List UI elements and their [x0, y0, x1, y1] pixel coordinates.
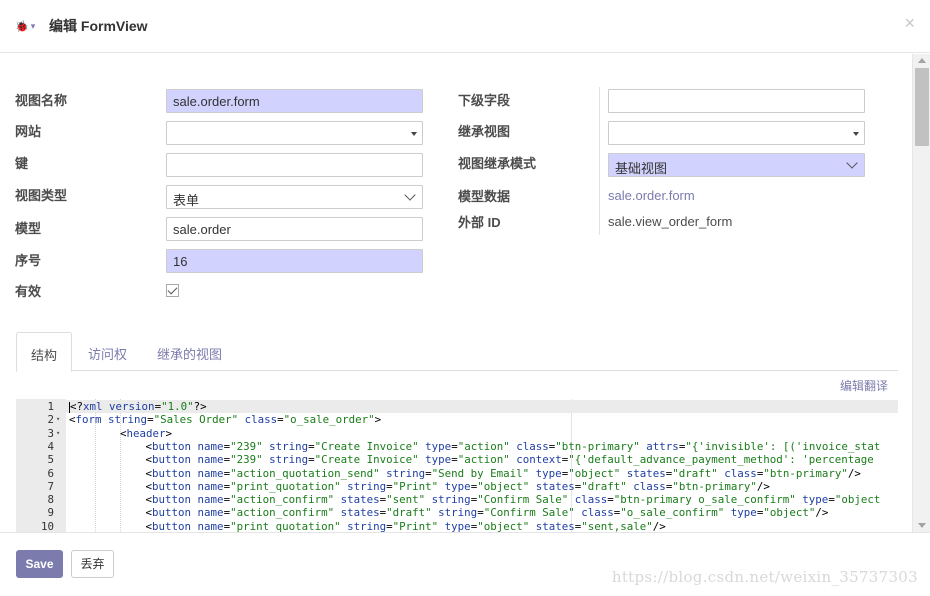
- scroll-up-arrow-icon[interactable]: [918, 58, 926, 63]
- inherit-mode-value: 基础视图: [615, 161, 668, 176]
- child-field-input[interactable]: [608, 89, 865, 113]
- code-text: <button name="print_quotation" string="P…: [145, 479, 770, 493]
- line-number: 1: [47, 400, 54, 413]
- chevron-down-icon: [846, 157, 858, 169]
- code-line[interactable]: 1 <?xml version="1.0"?>: [16, 400, 898, 414]
- code-text: <button name="action_confirm" states="se…: [145, 493, 881, 507]
- close-icon[interactable]: ×: [904, 13, 915, 34]
- label-active: 有效: [15, 284, 42, 299]
- column-divider: [599, 87, 600, 235]
- save-button[interactable]: Save: [16, 550, 63, 578]
- tab-access-rights[interactable]: 访问权: [74, 332, 141, 371]
- code-line[interactable]: 7 <button name="print_quotation" string="…: [16, 480, 898, 493]
- line-number: 4: [47, 439, 54, 453]
- view-type-value: 表单: [173, 193, 200, 208]
- modal-scrollbar[interactable]: [912, 54, 930, 532]
- label-sequence: 序号: [15, 253, 42, 268]
- modal-header: 🐞 ▾ 编辑 FormView ×: [0, 0, 930, 53]
- view-name-input[interactable]: sale.order.form: [166, 89, 423, 113]
- code-line[interactable]: 2 ▾ <form string="Sales Order" class="o_sa…: [16, 413, 898, 426]
- code-text: <button name="action_quotation_send" str…: [145, 466, 861, 480]
- chevron-down-icon: [404, 189, 416, 201]
- modal-body: 视图名称 sale.order.form 网站 键 视图类型 表单 模型 sal…: [0, 54, 912, 532]
- code-line[interactable]: 10 <button name="print_quotation" string=…: [16, 520, 898, 532]
- discard-button[interactable]: 丢弃: [71, 550, 114, 578]
- code-line[interactable]: 8 <button name="action_confirm" states="s…: [16, 493, 898, 506]
- inherit-view-select[interactable]: [608, 121, 865, 145]
- code-text: <header>: [120, 426, 173, 440]
- edit-translation-link[interactable]: 编辑翻译: [840, 377, 888, 394]
- label-child-field: 下级字段: [458, 93, 511, 108]
- view-type-select[interactable]: 表单: [166, 185, 423, 209]
- line-number: 7: [47, 479, 54, 493]
- line-number: 6: [47, 466, 54, 480]
- code-text: <button name="239" string="Create Invoic…: [145, 453, 874, 467]
- inherit-mode-select[interactable]: 基础视图: [608, 153, 865, 177]
- label-website: 网站: [15, 124, 42, 139]
- fold-toggle-icon[interactable]: ▾: [56, 427, 60, 440]
- label-view-name: 视图名称: [15, 93, 68, 108]
- label-external-id: 外部 ID: [458, 215, 501, 230]
- modal-title: 编辑 FormView: [49, 18, 148, 34]
- external-id-value: sale.view_order_form: [608, 214, 733, 229]
- model-data-link[interactable]: sale.order.form: [608, 188, 695, 203]
- website-select[interactable]: [166, 121, 423, 145]
- watermark-text: https://blog.csdn.net/weixin_35737303: [611, 568, 918, 586]
- code-line[interactable]: 5 <button name="239" string="Create Invoi…: [16, 453, 898, 466]
- line-number: 9: [47, 506, 54, 520]
- xml-code-editor[interactable]: 1 <?xml version="1.0"?> 2 ▾ <form string="Sa…: [16, 399, 898, 532]
- code-text: <button name="action_confirm" states="dr…: [145, 506, 829, 520]
- label-inherit-mode: 视图继承模式: [458, 156, 537, 171]
- scroll-thumb[interactable]: [915, 68, 929, 146]
- label-key: 键: [15, 156, 29, 171]
- line-number: 3: [47, 426, 54, 440]
- code-line[interactable]: 6 <button name="action_quotation_send" st…: [16, 467, 898, 480]
- label-model: 模型: [15, 221, 42, 236]
- label-model-data: 模型数据: [458, 189, 511, 204]
- line-number: 10: [40, 519, 54, 532]
- code-line[interactable]: 3 ▾ <header>: [16, 427, 898, 440]
- fold-toggle-icon[interactable]: ▾: [56, 413, 60, 426]
- code-text: <?xml version="1.0"?>: [69, 400, 207, 413]
- code-text: <button name="239" string="Create Invoic…: [145, 439, 881, 453]
- scroll-down-arrow-icon[interactable]: [918, 523, 926, 528]
- line-number: 8: [47, 493, 54, 507]
- key-input[interactable]: [166, 153, 423, 177]
- code-line[interactable]: 9 <button name="action_confirm" states="d…: [16, 506, 898, 519]
- line-number: 2: [47, 413, 54, 427]
- caret-down-icon: [411, 132, 417, 136]
- caret-down-icon: [853, 132, 859, 136]
- tab-structure[interactable]: 结构: [16, 332, 73, 372]
- label-view-type: 视图类型: [15, 188, 68, 203]
- code-text: <form string="Sales Order" class="o_sale…: [69, 413, 382, 427]
- line-number: 5: [47, 453, 54, 467]
- bug-icon: 🐞 ▾: [15, 20, 36, 33]
- code-line[interactable]: 4 <button name="239" string="Create Invoi…: [16, 440, 898, 453]
- active-checkbox[interactable]: [166, 284, 179, 297]
- notebook-tabs: 结构 访问权 继承的视图: [16, 332, 898, 372]
- sequence-input[interactable]: 16: [166, 249, 423, 273]
- tab-inherited-views[interactable]: 继承的视图: [143, 332, 236, 371]
- label-inherit-view: 继承视图: [458, 124, 511, 139]
- code-text: <button name="print_quotation" string="P…: [145, 519, 666, 532]
- model-input[interactable]: sale.order: [166, 217, 423, 241]
- modal-footer: Save 丢弃 https://blog.csdn.net/weixin_357…: [0, 532, 930, 596]
